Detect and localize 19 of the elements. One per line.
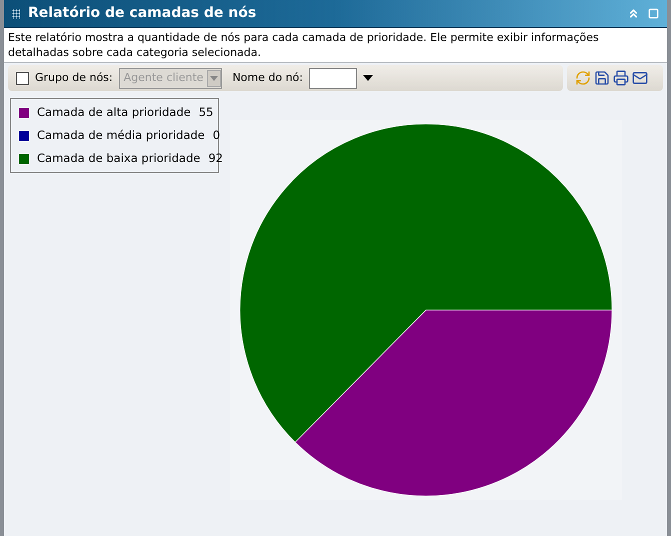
legend-label: Camada de média prioridade [37,126,205,144]
window-title: Relatório de camadas de nós [28,4,256,23]
node-name-label: Nome do nó: [232,70,303,86]
dropdown-icon[interactable] [363,75,373,81]
mail-icon[interactable] [632,70,648,86]
checkbox[interactable] [16,72,29,84]
grip-icon [12,8,20,18]
legend-label: Camada de alta prioridade [37,104,191,121]
checkbox-label: Grupo de nós: [35,70,113,86]
collapse-icon[interactable] [627,7,640,20]
legend-label: Camada de baixa prioridade [37,150,200,167]
print-icon[interactable] [613,70,629,86]
legend-count: 0 [212,126,220,144]
dropdown-icon [207,70,222,86]
legend-count: 92 [208,150,223,167]
legend-count: 55 [198,104,214,121]
description: Este relatório mostra a quantidade de nós para cada camada de prioridade. Ele permite exibir informações detalhadas sobre cada categoria selecionada. [4,28,667,63]
save-icon[interactable] [594,70,610,86]
node-name-field[interactable] [309,68,357,88]
